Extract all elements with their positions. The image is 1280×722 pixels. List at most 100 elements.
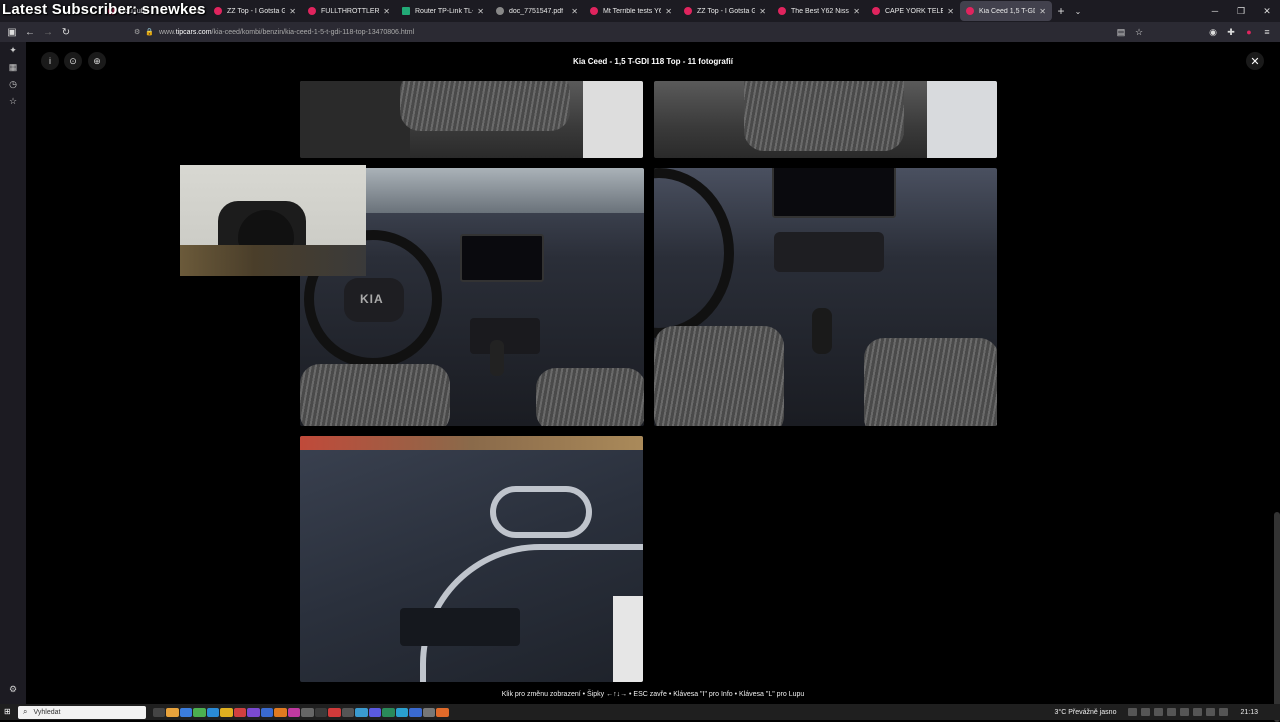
task-view-icon[interactable] [152,707,165,717]
customize-sidebar-icon[interactable]: ⚙ [0,681,26,698]
close-tab-icon[interactable]: ✕ [289,7,296,16]
app-icon[interactable] [233,707,246,717]
list-tabs-icon[interactable]: ⌄ [1070,7,1086,16]
tab-zz-top-1[interactable]: ZZ Top - I Gotsta Ge ✕ [208,1,302,21]
webcam-person-shoulder [180,245,366,276]
nav-bar-icons: ▤ ☆ ◉ ✚ ● ≡ [1112,22,1280,42]
new-tab-button[interactable]: + [1052,4,1070,18]
chrome-icon[interactable] [193,707,206,717]
weather-widget[interactable]: 3°C Převážně jasno [1055,709,1117,716]
gear-shifter [812,308,832,354]
youtube-icon [684,7,692,15]
restore-icon[interactable]: ❐ [1228,0,1254,22]
addon-icon[interactable]: ● [1240,27,1258,37]
door-edge [613,596,643,682]
menu-icon[interactable]: ≡ [1258,27,1276,37]
forward-icon[interactable]: → [39,23,57,41]
tab-best-y62[interactable]: The Best Y62 Nissan ✕ [772,1,866,21]
url-prefix: www. [159,28,176,36]
door-frame [927,81,997,158]
app-icon[interactable] [355,707,368,717]
app-icon[interactable] [382,707,395,717]
windows-start-icon[interactable]: ⊞ [4,707,14,717]
window-strip [300,436,643,450]
youtube-icon [214,7,222,15]
vlc-icon[interactable] [274,707,287,717]
gallery-photo-door-panel[interactable] [300,436,643,682]
close-tab-icon[interactable]: ✕ [571,7,578,16]
viewer-help-text: Klik pro změnu zobrazení • Šipky ←↑↓→ • … [501,691,805,698]
tab-fullthrottlerick[interactable]: FULLTHROTTLERICK - Yo ✕ [302,1,396,21]
close-tab-icon[interactable]: ✕ [1039,7,1046,16]
taskbar-search[interactable]: ⌕ Vyhledat [18,705,146,719]
viewer-title: Kia Ceed - 1,5 T-GDI 118 Top - 11 fotogr… [573,57,733,66]
app-icon[interactable] [368,707,381,717]
bookmarks-icon[interactable]: ☆ [0,93,26,110]
browser-sidebar: ✦ ▦ ◷ ☆ ⚙ [0,42,26,704]
app-icon[interactable] [220,707,233,717]
close-tab-icon[interactable]: ✕ [759,7,766,16]
close-tab-icon[interactable]: ✕ [477,7,484,16]
app-icon[interactable] [314,707,327,717]
steering-wheel-edge [654,168,734,338]
kia-logo: KIA [360,292,384,306]
minimize-icon[interactable]: ─ [1202,0,1228,22]
steam-icon[interactable] [206,707,219,717]
climate-controls [470,318,540,354]
app-icon[interactable] [301,707,314,717]
url-path: /kia-ceed/kombi/benzin/kia-ceed-1-5-t-gd… [211,28,415,36]
search-icon: ⌕ [23,707,28,716]
passenger-seat [864,338,997,426]
synced-tabs-icon[interactable]: ▦ [0,59,26,76]
history-icon[interactable]: ◷ [0,76,26,93]
app-icon[interactable] [247,707,260,717]
sidebar-toggle-icon[interactable]: ▣ [3,23,21,41]
gallery-photo-rear-seat[interactable] [654,81,997,158]
close-viewer-button[interactable]: ✕ [1246,52,1264,70]
reload-icon[interactable]: ↻ [57,23,75,41]
site-info-icon[interactable]: ⚙ [134,28,140,36]
window-switches [400,608,520,646]
extensions-icon[interactable]: ✚ [1222,27,1240,38]
infotainment-screen [460,234,544,282]
url-bar[interactable]: ⚙ 🔒 www. tipcars.com /kia-ceed/kombi/ben… [134,24,1144,40]
tab-cape-york[interactable]: CAPE YORK TELE TRACK ✕ [866,1,960,21]
window-controls: ─ ❐ ✕ [1202,0,1280,22]
webcam-overlay [180,165,366,276]
instagram-icon[interactable] [287,707,300,717]
tab-pdf[interactable]: doc_7751547.pdf ✕ [490,1,584,21]
floor-mat [300,81,410,158]
app-icon[interactable] [409,707,422,717]
obs-icon[interactable] [422,707,435,717]
ai-chat-icon[interactable]: ✦ [0,42,26,59]
back-icon[interactable]: ← [21,23,39,41]
photo-viewer: i ⊙ ⊕ Kia Ceed - 1,5 T-GDI 118 Top - 11 … [26,42,1280,722]
stream-overlay-title: Latest Subscriber: snewkes [2,1,206,18]
youtube-icon [778,7,786,15]
infotainment-screen [772,168,896,218]
close-tab-icon[interactable]: ✕ [947,7,954,16]
driver-seat [300,364,450,426]
clock[interactable]: 21:13 [1240,709,1258,716]
tray-icons[interactable] [1126,708,1230,716]
gallery-photo-center-console[interactable] [654,168,997,426]
tab-zz-top-2[interactable]: ZZ Top - I Gotsta Ge ✕ [678,1,772,21]
close-tab-icon[interactable]: ✕ [665,7,672,16]
file-explorer-icon[interactable] [166,707,179,717]
firefox-icon[interactable] [436,707,449,717]
gallery-photo-rear-seats[interactable] [300,81,643,158]
account-icon[interactable]: ◉ [1204,27,1222,38]
reader-view-icon[interactable]: ▤ [1112,27,1130,38]
app-icon[interactable] [341,707,354,717]
tab-router[interactable]: Router TP-Link TL-WR3 ✕ [396,1,490,21]
brave-icon[interactable] [328,707,341,717]
close-window-icon[interactable]: ✕ [1254,0,1280,22]
edge-icon[interactable] [395,707,408,717]
bookmark-star-icon[interactable]: ☆ [1130,27,1148,38]
close-tab-icon[interactable]: ✕ [853,7,860,16]
close-tab-icon[interactable]: ✕ [383,7,390,16]
tab-kia-ceed[interactable]: Kia Ceed 1,5 T-GDI 118 ✕ [960,1,1052,21]
app-icon[interactable] [260,707,273,717]
tab-mt-terrible[interactable]: Mt Terrible tests Y62 Ni ✕ [584,1,678,21]
app-icon[interactable] [179,707,192,717]
